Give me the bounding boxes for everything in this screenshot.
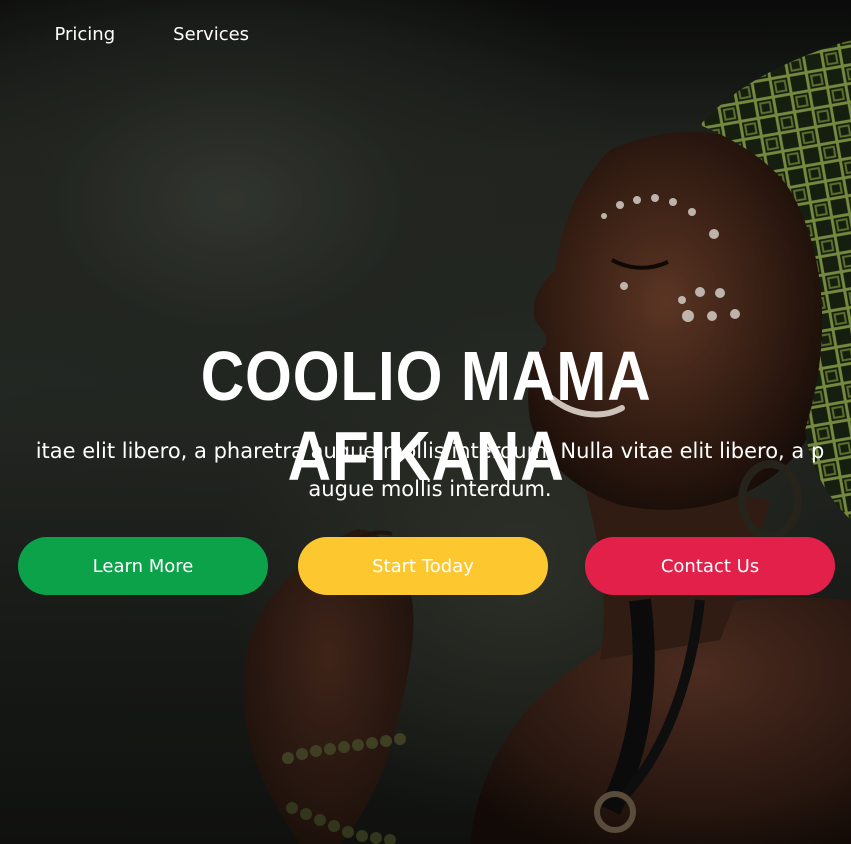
learn-more-button[interactable]: Learn More (18, 537, 268, 595)
hero-subtitle-line-2: augue mollis interdum. (308, 477, 552, 501)
contact-us-button[interactable]: Contact Us (585, 537, 835, 595)
nav-link-pricing[interactable]: Pricing (54, 24, 115, 45)
nav-link-services[interactable]: Services (173, 24, 249, 45)
start-today-button[interactable]: Start Today (298, 537, 548, 595)
top-navigation: ut Pricing Services (0, 24, 307, 45)
hero-subtitle: itae elit libero, a pharetra augue molli… (0, 432, 851, 508)
hero-subtitle-line-1: itae elit libero, a pharetra augue molli… (35, 439, 825, 463)
hero-section: ut Pricing Services COOLIO MAMA AFIKANA … (0, 0, 851, 844)
